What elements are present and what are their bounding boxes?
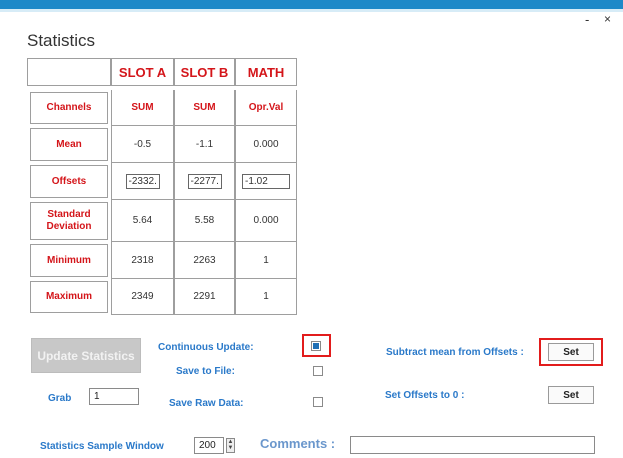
row-label-minimum: Minimum	[30, 244, 108, 277]
window-title: Statistics	[27, 31, 96, 50]
minimum-math: 1	[235, 242, 297, 279]
offset-math-cell	[235, 163, 297, 200]
stddev-slot-b: 5.58	[174, 200, 235, 242]
row-label-mean: Mean	[30, 128, 108, 161]
continuous-update-checkbox[interactable]	[311, 341, 321, 351]
column-header-math: MATH	[235, 58, 297, 86]
sample-window-spinner[interactable]: ▲ ▼	[226, 438, 235, 453]
comments-input[interactable]	[350, 436, 595, 454]
column-header-slot-a: SLOT A	[111, 58, 174, 86]
save-raw-data-label: Save Raw Data:	[169, 398, 244, 409]
save-to-file-checkbox[interactable]	[313, 366, 323, 376]
offset-slot-a-input[interactable]	[125, 173, 160, 189]
table-corner-cell	[27, 58, 111, 86]
sample-window-input[interactable]	[194, 437, 224, 454]
update-statistics-button[interactable]: Update Statistics	[31, 338, 141, 373]
channel-slot-a: SUM	[111, 90, 174, 126]
mean-math: 0.000	[235, 126, 297, 163]
subtract-mean-label: Subtract mean from Offsets :	[386, 347, 524, 358]
window-top-bar	[0, 0, 623, 12]
continuous-update-label: Continuous Update:	[158, 342, 254, 353]
column-header-slot-b: SLOT B	[174, 58, 235, 86]
row-label-channels: Channels	[30, 92, 108, 124]
row-label-standard-deviation: Standard Deviation	[30, 202, 108, 240]
channel-math: Opr.Val	[235, 90, 297, 126]
mean-slot-b: -1.1	[174, 126, 235, 163]
grab-label: Grab	[48, 393, 72, 404]
save-raw-data-checkbox[interactable]	[313, 397, 323, 407]
stddev-math: 0.000	[235, 200, 297, 242]
minimize-button[interactable]: -	[585, 12, 589, 27]
spin-down-icon[interactable]: ▼	[227, 445, 234, 451]
row-label-maximum: Maximum	[30, 281, 108, 313]
subtract-mean-set-button[interactable]: Set	[548, 343, 594, 361]
sample-window-label: Statistics Sample Window	[40, 441, 164, 452]
save-to-file-label: Save to File:	[176, 366, 235, 377]
channel-slot-b: SUM	[174, 90, 235, 126]
mean-slot-a: -0.5	[111, 126, 174, 163]
stddev-slot-a: 5.64	[111, 200, 174, 242]
minimum-slot-a: 2318	[111, 242, 174, 279]
offset-slot-a-cell	[111, 163, 174, 200]
close-button[interactable]: ×	[604, 12, 611, 26]
offset-math-input[interactable]	[242, 173, 290, 189]
offset-slot-b-input[interactable]	[187, 173, 222, 189]
comments-label: Comments :	[260, 436, 336, 451]
grab-input[interactable]	[89, 388, 139, 405]
set-offsets-zero-button[interactable]: Set	[548, 386, 594, 404]
row-label-offsets: Offsets	[30, 165, 108, 198]
maximum-slot-b: 2291	[174, 279, 235, 315]
offset-slot-b-cell	[174, 163, 235, 200]
minimum-slot-b: 2263	[174, 242, 235, 279]
maximum-math: 1	[235, 279, 297, 315]
maximum-slot-a: 2349	[111, 279, 174, 315]
set-offsets-zero-label: Set Offsets to 0 :	[385, 390, 465, 401]
